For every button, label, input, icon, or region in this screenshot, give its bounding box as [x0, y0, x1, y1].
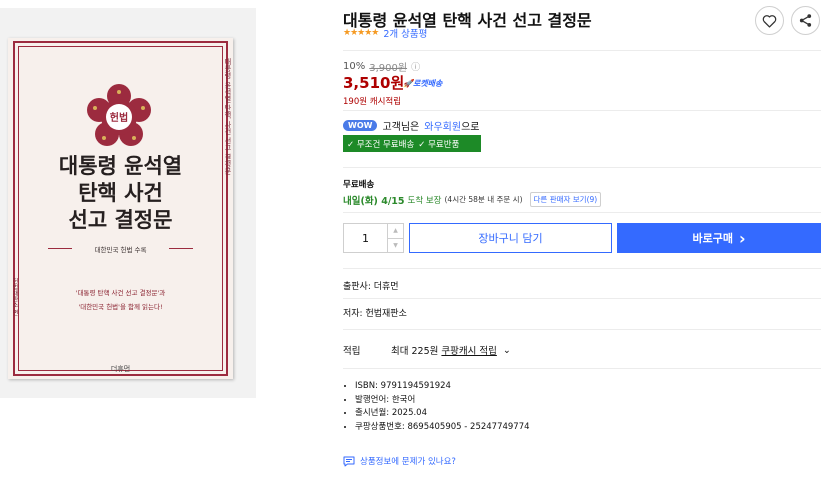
- delivery-date: 내일(화) 4/15: [343, 195, 405, 207]
- cover-title-line-1: 대통령 윤석열: [58, 154, 183, 178]
- wow-member-link[interactable]: 와우회원: [424, 122, 461, 133]
- reward-row[interactable]: 적립 최대 225원 쿠팡캐시 적립 ⌄: [343, 343, 511, 358]
- shipping-label: 무료배송: [343, 180, 375, 190]
- reward-prefix: 최대 225원: [391, 346, 439, 357]
- cover-title-line-2: 탄핵 사건: [78, 181, 163, 205]
- delivery-row: 내일(화) 4/15 도착 보장 (4시간 58분 내 주문 시) 다른 판매자…: [343, 192, 602, 207]
- divider: [343, 368, 821, 369]
- wow-prefix: 고객님은: [382, 122, 420, 133]
- buy-now-button[interactable]: 바로구매 ›: [617, 223, 821, 253]
- star-rating-icon: ★★★★★: [343, 28, 379, 38]
- book-cover-image[interactable]: 대통령 윤석열 탄핵 사건 선고 결정문 헌법재판소 편 헌법 대통령 윤석열 …: [8, 38, 233, 379]
- report-problem-text: 상품정보에 문제가 있나요?: [360, 457, 456, 467]
- chevron-down-icon[interactable]: ⌄: [503, 345, 511, 356]
- divider: [343, 110, 821, 111]
- chevron-right-icon: ›: [738, 228, 746, 248]
- other-sellers-button[interactable]: 다른 판매자 보기(9): [529, 192, 602, 207]
- cover-blurb-line-2: '대한민국 헌법'을 함께 읽는다!: [78, 303, 163, 311]
- wishlist-button[interactable]: [755, 6, 784, 35]
- cover-title: 대통령 윤석열 탄핵 사건 선고 결정문: [8, 153, 233, 234]
- wow-member-row: WOW 고객님은 와우회원으로: [343, 118, 479, 133]
- delivery-note: (4시간 58분 내 주문 시): [444, 195, 523, 204]
- cover-subtitle: 대한민국 헌법 수록: [48, 244, 193, 254]
- spec-language: 발행언어: 한국어: [355, 394, 530, 408]
- divider: [343, 268, 821, 269]
- cover-title-line-3: 선고 결정문: [68, 208, 173, 232]
- quantity-input[interactable]: 1: [344, 224, 387, 252]
- spec-isbn: ISBN: 9791194591924: [355, 380, 530, 394]
- add-to-cart-button[interactable]: 장바구니 담기: [409, 223, 612, 253]
- quantity-up-icon[interactable]: ▲: [388, 224, 403, 238]
- divider: [343, 50, 821, 51]
- info-icon[interactable]: ⓘ: [411, 60, 420, 73]
- coupang-cash-link[interactable]: 쿠팡캐시 적립: [441, 343, 496, 357]
- sale-price: 3,510원: [343, 74, 405, 92]
- divider: [343, 298, 821, 299]
- report-problem-link[interactable]: 상품정보에 문제가 있나요?: [343, 455, 456, 467]
- divider: [343, 329, 821, 330]
- review-count-link[interactable]: 2개 상품평: [383, 26, 427, 40]
- cover-publisher-logo: 더휴먼: [110, 365, 131, 373]
- cash-reward-text: 190원 캐시적립: [343, 97, 402, 107]
- rating-row[interactable]: ★★★★★ 2개 상품평: [343, 26, 427, 40]
- publisher-text: 출판사: 더휴먼: [343, 282, 399, 292]
- free-return-benefit: ✓ 무료반품: [418, 139, 460, 150]
- wow-benefits-badge: ✓ 무조건 무료배송 ✓ 무료반품: [343, 135, 481, 152]
- quantity-down-icon[interactable]: ▼: [388, 237, 403, 253]
- divider: [343, 167, 821, 168]
- cover-blurb-line-1: '대통령 탄핵 사건 선고 결정문'과: [75, 289, 166, 297]
- divider: [343, 212, 821, 213]
- wow-badge: WOW: [343, 120, 378, 131]
- spec-release-date: 출시년월: 2025.04: [355, 407, 530, 421]
- discount-rate: 10%: [343, 61, 366, 72]
- mugunghwa-emblem-icon: 헌법: [87, 84, 151, 146]
- heart-icon: [762, 14, 777, 28]
- share-icon: [799, 14, 812, 27]
- product-spec-list: ISBN: 9791194591924 발행언어: 한국어 출시년월: 2025…: [343, 380, 530, 434]
- cover-blurb: '대통령 탄핵 사건 선고 결정문'과 '대한민국 헌법'을 함께 읽는다!: [8, 286, 233, 314]
- delivery-guarantee: 도착 보장: [407, 195, 442, 206]
- cover-emblem-text: 헌법: [110, 111, 128, 124]
- spec-product-number: 쿠팡상품번호: 8695405905 - 25247749774: [355, 421, 530, 435]
- product-image-area[interactable]: 대통령 윤석열 탄핵 사건 선고 결정문 헌법재판소 편 헌법 대통령 윤석열 …: [0, 8, 256, 398]
- quantity-arrows: ▲ ▼: [387, 224, 403, 252]
- reward-label: 적립: [343, 346, 361, 357]
- rocket-delivery-badge: 🚀로켓배송: [403, 79, 443, 88]
- chat-report-icon: [343, 456, 355, 466]
- buy-now-label: 바로구매: [692, 232, 733, 245]
- author-text: 저자: 헌법재판소: [343, 309, 407, 319]
- quantity-stepper[interactable]: 1 ▲ ▼: [343, 223, 404, 253]
- wow-suffix: 으로: [461, 122, 480, 133]
- share-button[interactable]: [791, 6, 820, 35]
- free-shipping-benefit: ✓ 무조건 무료배송: [347, 139, 415, 150]
